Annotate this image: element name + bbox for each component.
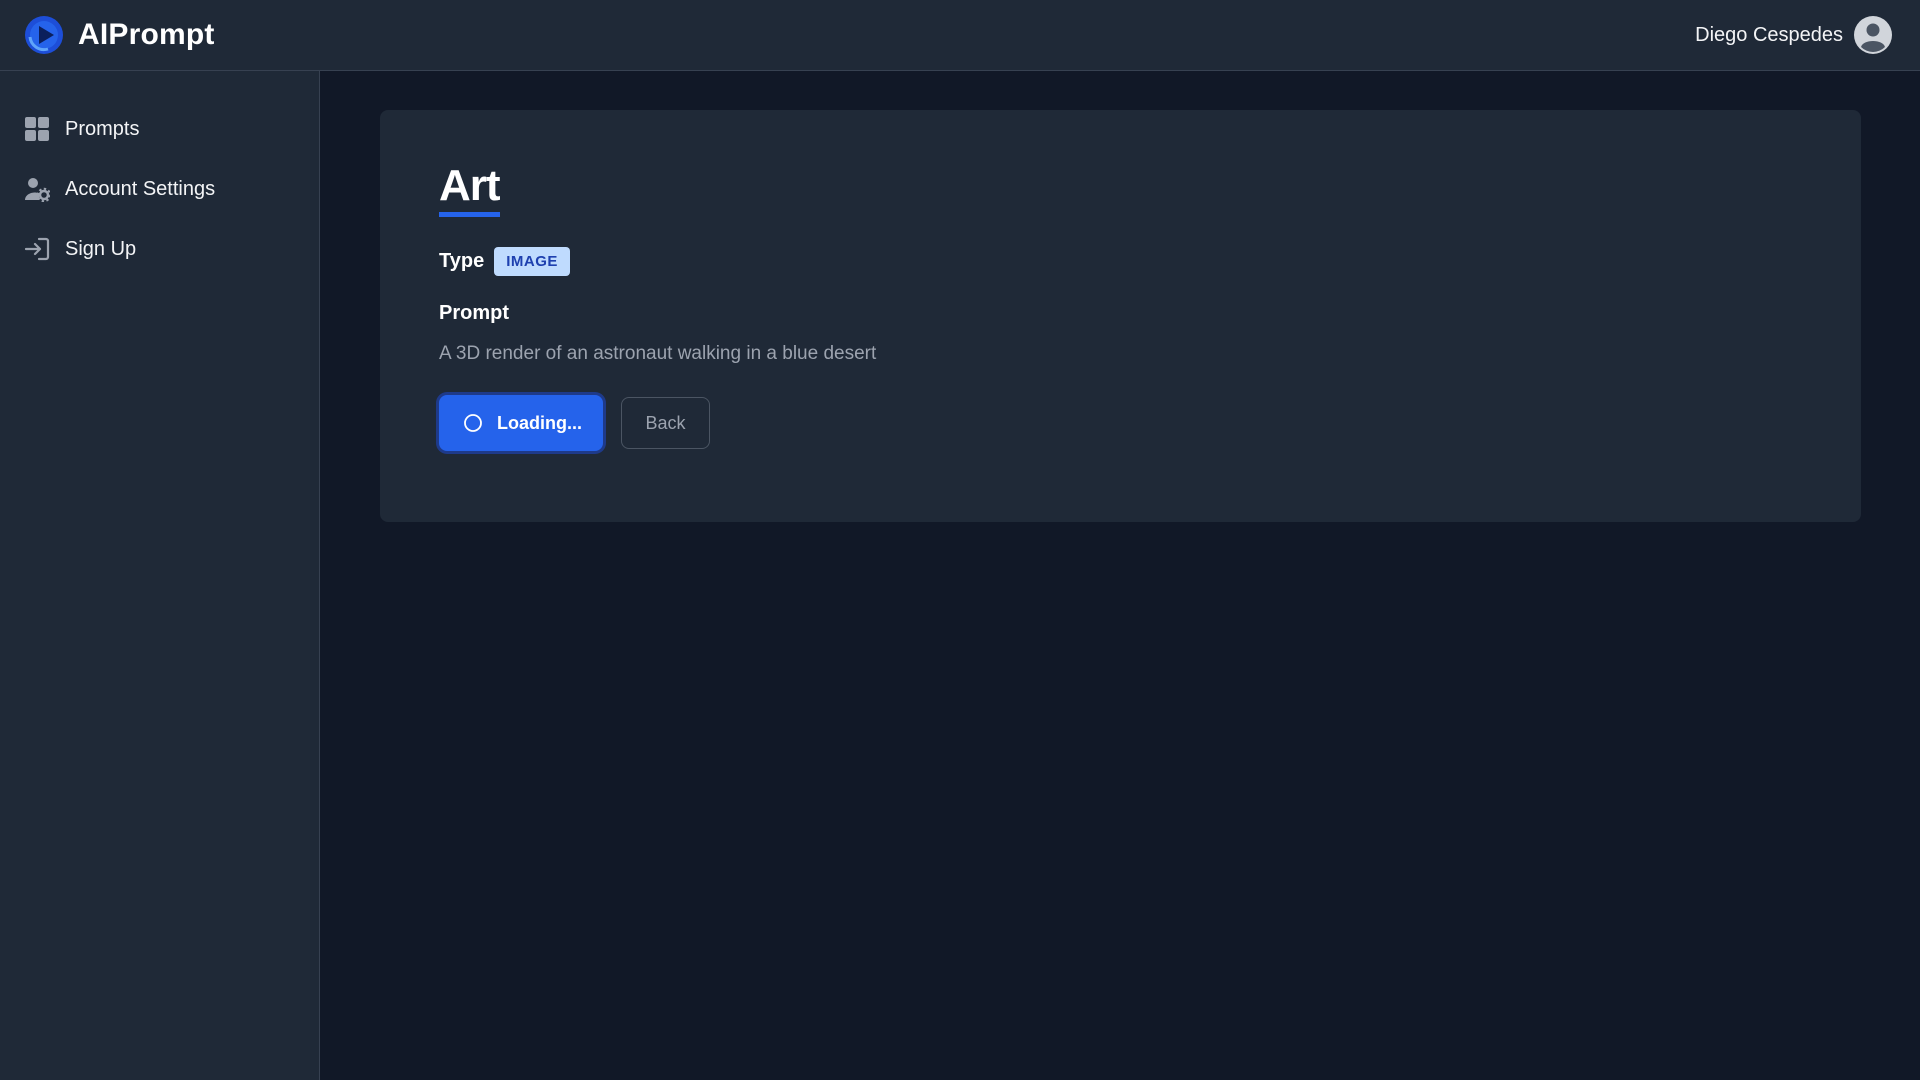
user-name: Diego Cespedes [1695,23,1843,46]
loading-button[interactable]: Loading... [439,395,603,451]
sidebar-item-account-settings[interactable]: Account Settings [0,169,319,209]
brand[interactable]: AIPrompt [24,15,215,55]
back-button[interactable]: Back [621,397,710,449]
sidebar-item-prompts[interactable]: Prompts [0,109,319,149]
spinner-icon [464,414,482,432]
grid-icon [25,117,49,141]
type-row: Type IMAGE [439,247,1802,276]
type-badge: IMAGE [494,247,570,276]
play-logo-icon [25,16,63,54]
type-label: Type [439,250,485,272]
app-name: AIPrompt [78,18,215,51]
page-title: Art [439,162,501,217]
user-gear-icon [25,178,50,202]
sidebar-item-label: Sign Up [65,237,137,260]
prompt-detail-card: Art Type IMAGE Prompt A 3D render of an … [380,110,1861,522]
prompt-text: A 3D render of an astronaut walking in a… [439,343,877,364]
top-header: AIPrompt Diego Cespedes [0,0,1920,71]
prompt-label: Prompt [439,302,509,324]
action-buttons: Loading... Back [439,395,1802,451]
user-avatar-icon[interactable] [1853,15,1893,55]
sidebar-item-sign-up[interactable]: Sign Up [0,229,319,269]
sidebar-item-label: Account Settings [65,177,216,200]
user-menu[interactable]: Diego Cespedes [1695,15,1893,55]
sidebar-item-label: Prompts [65,117,140,140]
sign-in-icon [24,237,50,261]
loading-button-label: Loading... [497,412,582,433]
sidebar: Prompts Account Settings Sign Up [0,71,320,1080]
